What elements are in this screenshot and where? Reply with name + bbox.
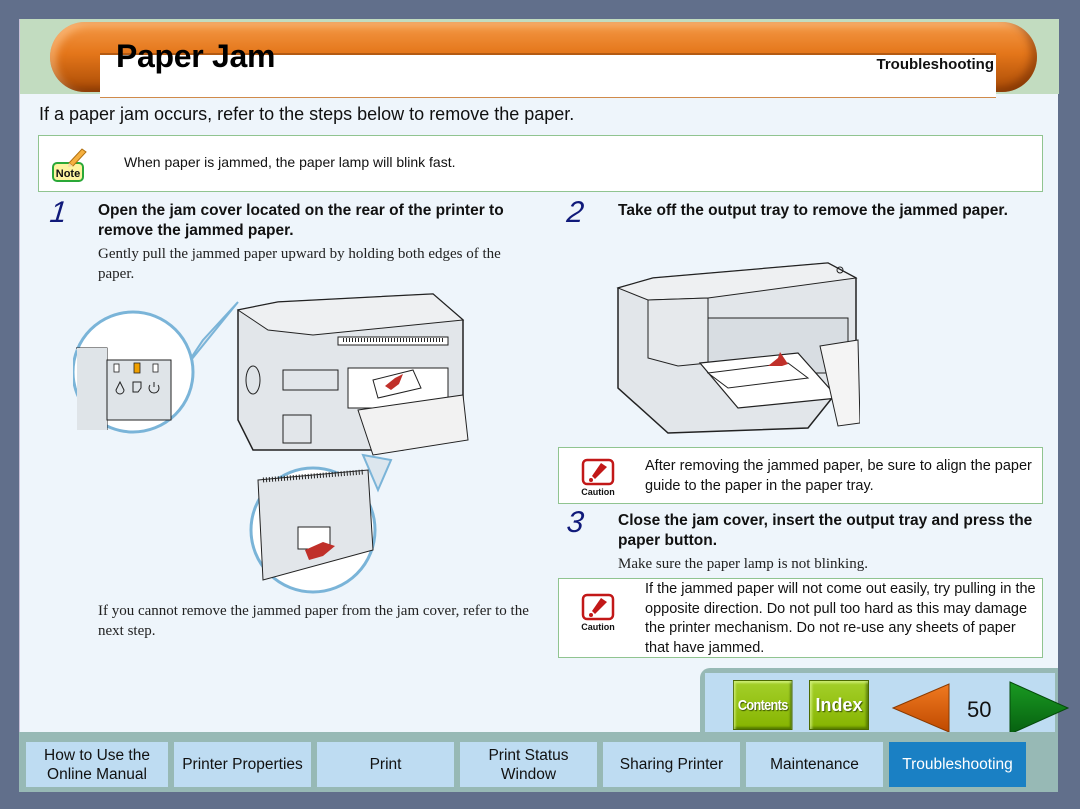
step-heading: Open the jam cover located on the rear o…: [98, 202, 504, 239]
tab-print[interactable]: Print: [317, 742, 454, 787]
caution-text: After removing the jammed paper, be sure…: [645, 458, 1032, 494]
index-button[interactable]: Index: [809, 680, 869, 730]
printer-front-illustration: [616, 262, 860, 434]
svg-text:Caution: Caution: [581, 487, 615, 497]
page-navigation-inner: Contents Index 50: [705, 673, 1070, 735]
caution-icon: Caution: [581, 458, 615, 497]
jam-cover-callout: [249, 453, 393, 594]
caution-icon: Caution: [581, 593, 615, 632]
note-text: When paper is jammed, the paper lamp wil…: [124, 154, 456, 170]
tab-how-to-use[interactable]: How to Use the Online Manual: [26, 742, 168, 787]
intro-text: If a paper jam occurs, refer to the step…: [39, 104, 575, 124]
svg-text:Caution: Caution: [581, 622, 615, 632]
page-navigation: Contents Index 50: [700, 668, 1070, 735]
tab-print-status-window[interactable]: Print Status Window: [460, 742, 597, 787]
step-number: 1: [48, 196, 69, 229]
caution-box: Caution After removing the jammed paper,…: [558, 447, 1043, 504]
contents-button[interactable]: Contents: [733, 680, 793, 730]
page-title: Paper Jam: [116, 38, 276, 74]
tab-sharing-printer[interactable]: Sharing Printer: [603, 742, 740, 787]
step-number: 3: [565, 506, 586, 539]
note-box: Note When paper is jammed, the paper lam…: [38, 135, 1043, 192]
caution-box: Caution If the jammed paper will not com…: [558, 578, 1043, 658]
step-heading: Take off the output tray to remove the j…: [618, 202, 1008, 219]
paper-lamp-icon: [133, 362, 141, 374]
prev-page-arrow-icon[interactable]: [891, 683, 953, 733]
tab-maintenance[interactable]: Maintenance: [746, 742, 883, 787]
tab-troubleshooting[interactable]: Troubleshooting: [889, 742, 1026, 787]
section-label: Troubleshooting: [876, 56, 995, 73]
step-footnote: If you cannot remove the jammed paper fr…: [98, 603, 529, 639]
note-pencil-icon: Note: [52, 148, 87, 182]
section-tabs: How to Use the Online Manual Printer Pro…: [19, 732, 1058, 792]
page-number: 50: [967, 697, 992, 722]
printer-rear-body: [236, 293, 469, 456]
printer-rear-illustration: [73, 293, 469, 594]
svg-text:Note: Note: [56, 168, 80, 180]
control-panel-callout: [73, 301, 239, 434]
next-page-arrow-icon[interactable]: [1008, 681, 1070, 735]
step-heading: Close the jam cover, insert the output t…: [618, 512, 1033, 549]
caution-text: If the jammed paper will not come out ea…: [645, 581, 1036, 656]
step-body: Make sure the paper lamp is not blinking…: [618, 556, 868, 572]
step-number: 2: [565, 196, 586, 229]
tab-printer-properties[interactable]: Printer Properties: [174, 742, 311, 787]
step-body: Gently pull the jammed paper upward by h…: [98, 246, 501, 282]
